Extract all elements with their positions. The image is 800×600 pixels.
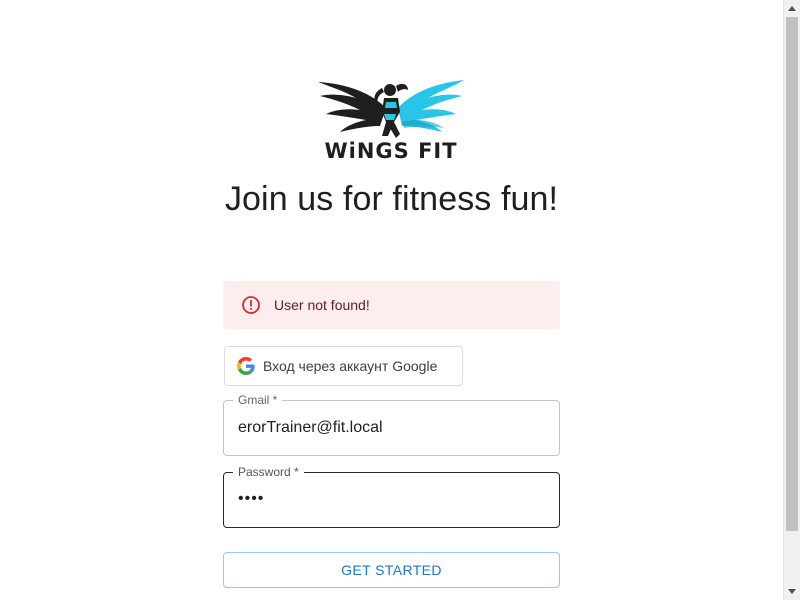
google-signin-label: Вход через аккаунт Google xyxy=(263,358,438,374)
scroll-down-arrow-icon[interactable] xyxy=(784,583,800,600)
scroll-up-arrow-icon[interactable] xyxy=(784,0,800,17)
password-field-label: Password * xyxy=(233,465,304,479)
password-field[interactable]: Password * •••• xyxy=(223,465,560,528)
gmail-field[interactable]: Gmail * erorTrainer@fit.local xyxy=(223,393,560,456)
error-outline-icon xyxy=(240,294,262,316)
get-started-button[interactable]: GET STARTED xyxy=(223,552,560,588)
wings-fit-logo: WiNGS FIT xyxy=(316,78,466,164)
logo-wordmark: WiNGS FIT xyxy=(324,139,457,163)
error-alert: User not found! xyxy=(223,281,560,329)
alert-message: User not found! xyxy=(274,297,370,313)
password-input[interactable]: •••• xyxy=(238,490,264,508)
google-signin-button[interactable]: Вход через аккаунт Google xyxy=(224,346,463,386)
vertical-scrollbar[interactable] xyxy=(783,0,800,600)
gmail-field-label: Gmail * xyxy=(233,393,283,407)
scrollbar-thumb[interactable] xyxy=(786,17,798,531)
page-viewport: WiNGS FIT Join us for fitness fun! User … xyxy=(0,0,783,600)
page-title: Join us for fitness fun! xyxy=(224,180,559,218)
google-icon xyxy=(237,357,255,375)
gmail-input[interactable]: erorTrainer@fit.local xyxy=(238,418,538,438)
